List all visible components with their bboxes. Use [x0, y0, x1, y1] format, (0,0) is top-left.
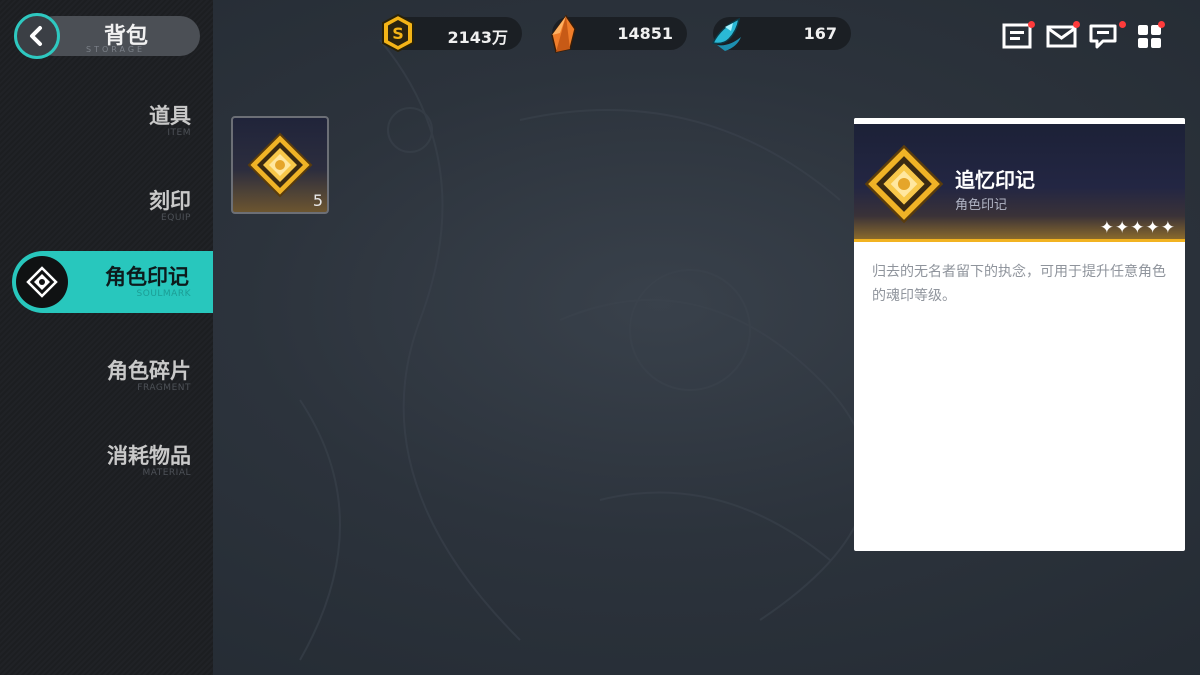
gold-diamond-soulmark-icon [864, 144, 944, 228]
sidebar: 背包 STORAGE 道具 ITEM 刻印 EQUIP 角色印记 SOULMAR… [0, 0, 213, 675]
resource-feather[interactable]: 167 [711, 17, 851, 51]
soulmark-diamond-icon [16, 256, 68, 308]
orange-crystal-icon [546, 13, 580, 59]
item-count: 5 [312, 191, 323, 210]
blue-feather-crystal-icon [707, 13, 751, 59]
star-icon: ✦ [1115, 218, 1130, 238]
resource-crystal[interactable]: 14851 [551, 14, 687, 53]
sidebar-item-label: 刻印 [149, 189, 191, 213]
sidebar-item-label: 消耗物品 [107, 444, 191, 468]
inventory-slot[interactable]: 5 [231, 116, 329, 214]
star-icon: ✦ [1145, 218, 1160, 238]
gold-amount: 2143万 [447, 28, 508, 47]
svg-text:S: S [392, 24, 404, 43]
back-button[interactable]: 背包 STORAGE [14, 13, 200, 59]
star-icon: ✦ [1099, 218, 1114, 238]
item-detail-header: 追忆印记 角色印记 ✦ ✦ ✦ ✦ ✦ [854, 124, 1185, 242]
menu-grid-icon[interactable] [1136, 21, 1168, 51]
sidebar-item-soulmark[interactable]: 角色印记 SOULMARK [0, 251, 213, 313]
sidebar-item-label: 角色碎片 [107, 359, 191, 383]
rarity-stars: ✦ ✦ ✦ ✦ ✦ [1100, 220, 1175, 237]
chat-icon[interactable] [1089, 21, 1126, 51]
star-icon: ✦ [1160, 218, 1175, 238]
task-list-icon[interactable] [1002, 21, 1035, 51]
back-arrow-icon [14, 13, 60, 59]
item-name: 追忆印记 [955, 168, 1035, 192]
sidebar-item-equip[interactable]: 刻印 EQUIP [0, 175, 213, 237]
sidebar-item-fragment[interactable]: 角色碎片 FRAGMENT [0, 345, 213, 407]
item-type: 角色印记 [955, 198, 1008, 213]
sidebar-item-item[interactable]: 道具 ITEM [0, 90, 213, 152]
feather-amount: 167 [803, 24, 837, 43]
sidebar-item-sublabel: FRAGMENT [137, 383, 191, 393]
sidebar-item-sublabel: EQUIP [161, 213, 191, 223]
page-subtitle: STORAGE [86, 45, 146, 54]
sidebar-item-label: 道具 [149, 104, 191, 128]
item-detail-panel: 追忆印记 角色印记 ✦ ✦ ✦ ✦ ✦ 归去的无名者留下的执念，可用于提升任意角… [854, 118, 1185, 551]
resource-gold[interactable]: S 2143万 [382, 13, 522, 53]
sidebar-item-sublabel: ITEM [167, 128, 191, 138]
sidebar-item-label: 角色印记 [105, 265, 189, 289]
gold-coin-icon: S [379, 13, 417, 57]
sidebar-item-material[interactable]: 消耗物品 MATERIAL [0, 430, 213, 492]
crystal-amount: 14851 [617, 24, 673, 43]
star-icon: ✦ [1130, 218, 1145, 238]
sidebar-item-sublabel: MATERIAL [142, 468, 191, 478]
gold-diamond-soulmark-icon [247, 132, 313, 202]
mail-icon[interactable] [1046, 21, 1080, 51]
item-description: 归去的无名者留下的执念，可用于提升任意角色的魂印等级。 [872, 264, 1166, 304]
sidebar-item-sublabel: SOULMARK [136, 289, 191, 299]
